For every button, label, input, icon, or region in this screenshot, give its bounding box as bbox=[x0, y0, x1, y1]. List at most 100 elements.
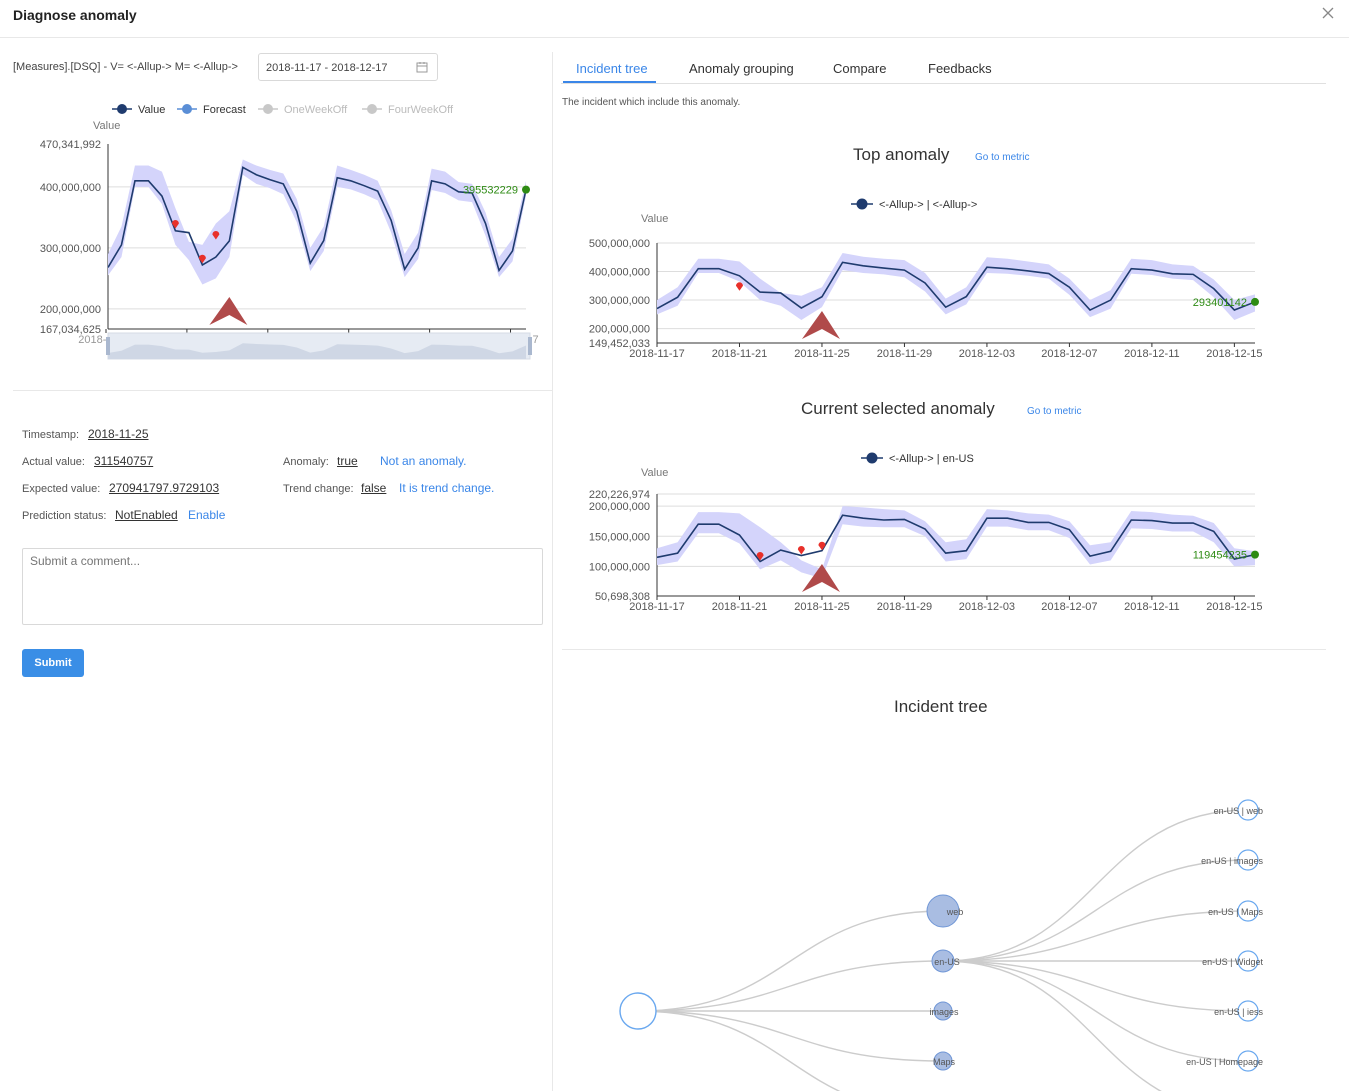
legend-label: FourWeekOff bbox=[388, 104, 454, 116]
y-axis-label: Value bbox=[93, 120, 120, 132]
tree-node-label: en-US | Homepage bbox=[1186, 1057, 1263, 1067]
tree-edge bbox=[942, 809, 1249, 962]
tab-compare[interactable]: Compare bbox=[833, 61, 886, 76]
expected-value-label: Expected value: bbox=[22, 483, 101, 495]
measure-text: [Measures].[DSQ] - V= <-Allup-> M= <-All… bbox=[13, 61, 238, 73]
tab-feedbacks[interactable]: Feedbacks bbox=[928, 61, 992, 76]
trend-change-value: false bbox=[361, 481, 387, 495]
legend-marker bbox=[866, 452, 878, 464]
tree-node-label: en-US | images bbox=[1201, 856, 1263, 866]
legend-marker bbox=[367, 104, 377, 114]
x-tick-label: 2018-11-25 bbox=[794, 348, 849, 360]
date-range-picker[interactable]: 2018-11-17 - 2018-12-17 bbox=[258, 53, 438, 81]
tree-edge bbox=[637, 1010, 841, 1091]
x-tick-label: 2018-12-15 bbox=[1206, 601, 1262, 613]
active-tab-indicator bbox=[563, 81, 656, 83]
tab-bar: Incident tree Anomaly grouping Compare F… bbox=[561, 52, 1326, 84]
x-tick-label: 2018-12-03 bbox=[959, 601, 1015, 613]
y-tick-label: 300,000,000 bbox=[589, 295, 650, 307]
trend-change-link[interactable]: It is trend change. bbox=[399, 481, 494, 495]
left-panel: [Measures].[DSQ] - V= <-Allup-> M= <-All… bbox=[0, 38, 553, 1091]
last-point bbox=[522, 185, 530, 194]
top-anomaly-goto-link[interactable]: Go to metric bbox=[975, 152, 1029, 163]
chart-legend: Value Forecast OneWeekOff FourWeekOff bbox=[112, 104, 454, 116]
incident-tree-graph: weben-USimagesMapsHomepageen-US | weben-… bbox=[619, 799, 1263, 1091]
expected-value: 270941797.9729103 bbox=[109, 481, 220, 495]
x-tick-label: 2018-11-21 bbox=[712, 601, 767, 613]
current-anomaly-goto-link[interactable]: Go to metric bbox=[1027, 406, 1081, 417]
x-tick-label: 2018-12-07 bbox=[1041, 601, 1097, 613]
section-divider bbox=[562, 649, 1326, 650]
last-point-label: 293401142 bbox=[1193, 297, 1247, 309]
tree-node-label: Maps bbox=[933, 1057, 956, 1067]
top-anomaly-chart: Value <-Allup-> | <-Allup-> 500,000,000 400… bbox=[589, 198, 1263, 360]
tree-edge bbox=[942, 960, 1163, 1091]
y-axis-label: Value bbox=[641, 213, 668, 225]
chart-legend: <-Allup-> | <-Allup-> bbox=[851, 198, 977, 211]
comment-input[interactable] bbox=[22, 548, 543, 625]
x-tick-label: 2018-12-07 bbox=[1041, 348, 1097, 360]
prediction-status-label: Prediction status: bbox=[22, 510, 107, 522]
legend-marker bbox=[182, 104, 192, 114]
current-anomaly-chart: Value <-Allup-> | en-US 220,226,974200,000… bbox=[589, 452, 1263, 613]
x-tick-label: 2018-11-17 bbox=[629, 348, 684, 360]
x-tick-label: 2018-12-03 bbox=[959, 348, 1015, 360]
tree-root-node bbox=[619, 992, 657, 1030]
forecast-band bbox=[108, 159, 526, 285]
prediction-status-value: NotEnabled bbox=[115, 508, 178, 522]
legend-item: Forecast bbox=[177, 104, 246, 116]
legend-item: Value bbox=[112, 104, 165, 116]
x-tick-label: 2018-12-11 bbox=[1124, 601, 1179, 613]
tree-node-label: en-US | iess bbox=[1214, 1007, 1263, 1017]
tree-edge bbox=[942, 859, 1249, 962]
legend-marker bbox=[117, 104, 127, 114]
tree-edge bbox=[637, 1010, 944, 1062]
x-tick-label: 2018-12-11 bbox=[1124, 348, 1179, 360]
tree-node-label: images bbox=[929, 1007, 959, 1017]
actual-value-label: Actual value: bbox=[22, 456, 85, 468]
x-tick-label: 2018-12-15 bbox=[1206, 348, 1262, 360]
tab-incident-tree[interactable]: Incident tree bbox=[576, 61, 648, 76]
x-tick-label: 2018-11-25 bbox=[794, 601, 849, 613]
tree-edge bbox=[942, 960, 1249, 1062]
tree-node-label: en-US | Widget bbox=[1202, 957, 1263, 967]
submit-button[interactable]: Submit bbox=[22, 649, 84, 677]
current-anomaly-title: Current selected anomaly bbox=[801, 399, 995, 418]
dialog-header: Diagnose anomaly bbox=[0, 0, 1349, 38]
not-an-anomaly-link[interactable]: Not an anomaly. bbox=[380, 454, 467, 468]
tree-edge bbox=[637, 960, 944, 1012]
y-tick-label: 100,000,000 bbox=[589, 561, 650, 573]
anomaly-point bbox=[735, 282, 743, 291]
close-icon[interactable] bbox=[1319, 4, 1337, 22]
y-tick-label: 300,000,000 bbox=[40, 243, 101, 255]
main-metric-chart: Value Value Forecast OneWeekOff FourWeekOff 4… bbox=[40, 104, 539, 360]
chart-legend: <-Allup-> | en-US bbox=[861, 452, 974, 465]
y-tick-label: 150,000,000 bbox=[589, 531, 650, 543]
y-tick-label: 400,000,000 bbox=[589, 267, 650, 279]
legend-label: <-Allup-> | en-US bbox=[889, 453, 974, 465]
legend-marker bbox=[263, 104, 273, 114]
last-point bbox=[1251, 297, 1259, 306]
legend-label: <-Allup-> | <-Allup-> bbox=[879, 199, 977, 211]
right-panel: Incident tree Anomaly grouping Compare F… bbox=[553, 38, 1349, 1091]
y-tick-label: 400,000,000 bbox=[40, 182, 101, 194]
forecast-band bbox=[657, 506, 1255, 579]
anomaly-point bbox=[797, 545, 805, 555]
legend-marker bbox=[856, 198, 868, 210]
x-tick-label: 2018-11-29 bbox=[877, 601, 932, 613]
slider-handle-right bbox=[528, 337, 532, 355]
legend-item: OneWeekOff bbox=[258, 104, 348, 116]
enable-prediction-link[interactable]: Enable bbox=[188, 508, 225, 522]
selected-anomaly-marker bbox=[209, 297, 248, 325]
tab-anomaly-grouping[interactable]: Anomaly grouping bbox=[689, 61, 794, 76]
y-tick-label: 200,000,000 bbox=[589, 501, 650, 513]
x-tick-label: 2018-11-17 bbox=[629, 601, 684, 613]
incident-tree-title: Incident tree bbox=[894, 697, 988, 716]
dialog-title: Diagnose anomaly bbox=[13, 7, 137, 23]
timestamp-value: 2018-11-25 bbox=[88, 427, 149, 441]
tree-node-label: en-US | Maps bbox=[1208, 907, 1263, 917]
y-tick-label: 500,000,000 bbox=[589, 238, 650, 250]
tree-edge bbox=[942, 910, 1249, 962]
legend-label: Value bbox=[138, 104, 165, 116]
tree-node-label: web bbox=[946, 907, 964, 917]
